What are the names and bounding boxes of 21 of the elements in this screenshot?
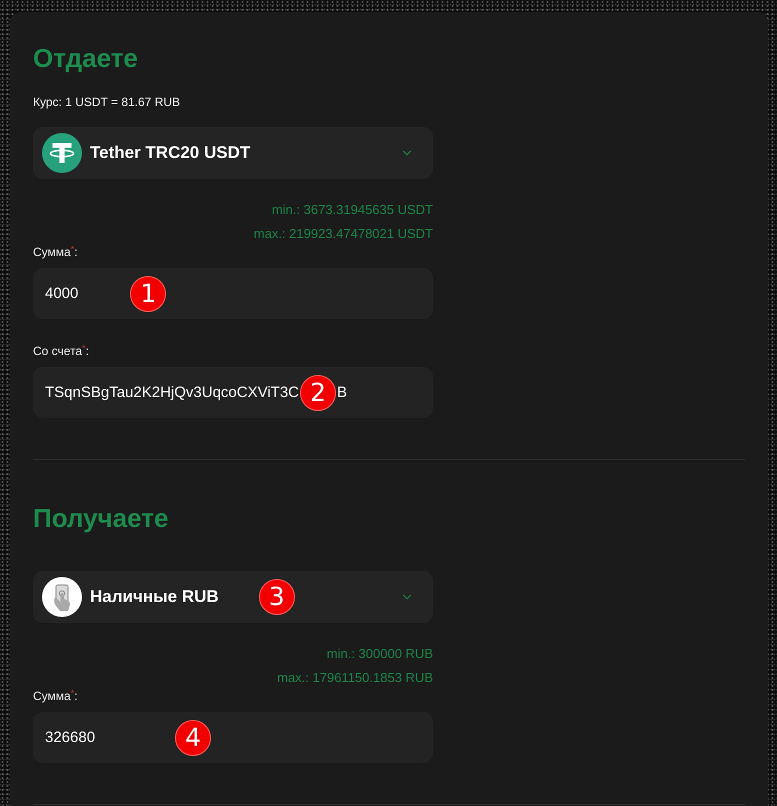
limit-text: min.: 300000 RUB <box>326 645 433 663</box>
tether-logo-icon <box>42 133 82 173</box>
field-label: Сумма$^{*}$: <box>33 244 78 260</box>
number-marker: 3 <box>258 579 295 615</box>
input-field[interactable]: TSqnSBgTau2K2HjQv3UqcoCXViT3C 2 B <box>33 367 433 418</box>
input-field[interactable]: 326680 4 <box>33 712 433 763</box>
field-label: Со счета$^{*}$: <box>33 343 89 359</box>
hand-phone-icon <box>42 577 82 617</box>
field-label: Сумма$^{*}$: <box>33 688 78 704</box>
limit-text: max.: 17961150.1853 RUB <box>277 669 433 687</box>
exchange-rate: Курс: 1 USDT = 81.67 RUB <box>33 94 182 110</box>
number-marker: 2 <box>300 374 336 410</box>
number-marker: 4 <box>175 720 212 756</box>
section-heading: Отдаете <box>33 43 139 73</box>
limit-text: min.: 3673.31945635 USDT <box>272 201 433 219</box>
currency-select[interactable]: Tether TRC20 USDT <box>33 127 433 179</box>
currency-select[interactable]: Наличные RUB 3 <box>33 571 433 623</box>
section-heading: Получаете <box>33 503 170 533</box>
number-marker: 1 <box>130 276 166 312</box>
limit-text: max.: 219923.47478021 USDT <box>254 225 433 243</box>
input-field[interactable]: 4000 1 <box>33 268 433 319</box>
